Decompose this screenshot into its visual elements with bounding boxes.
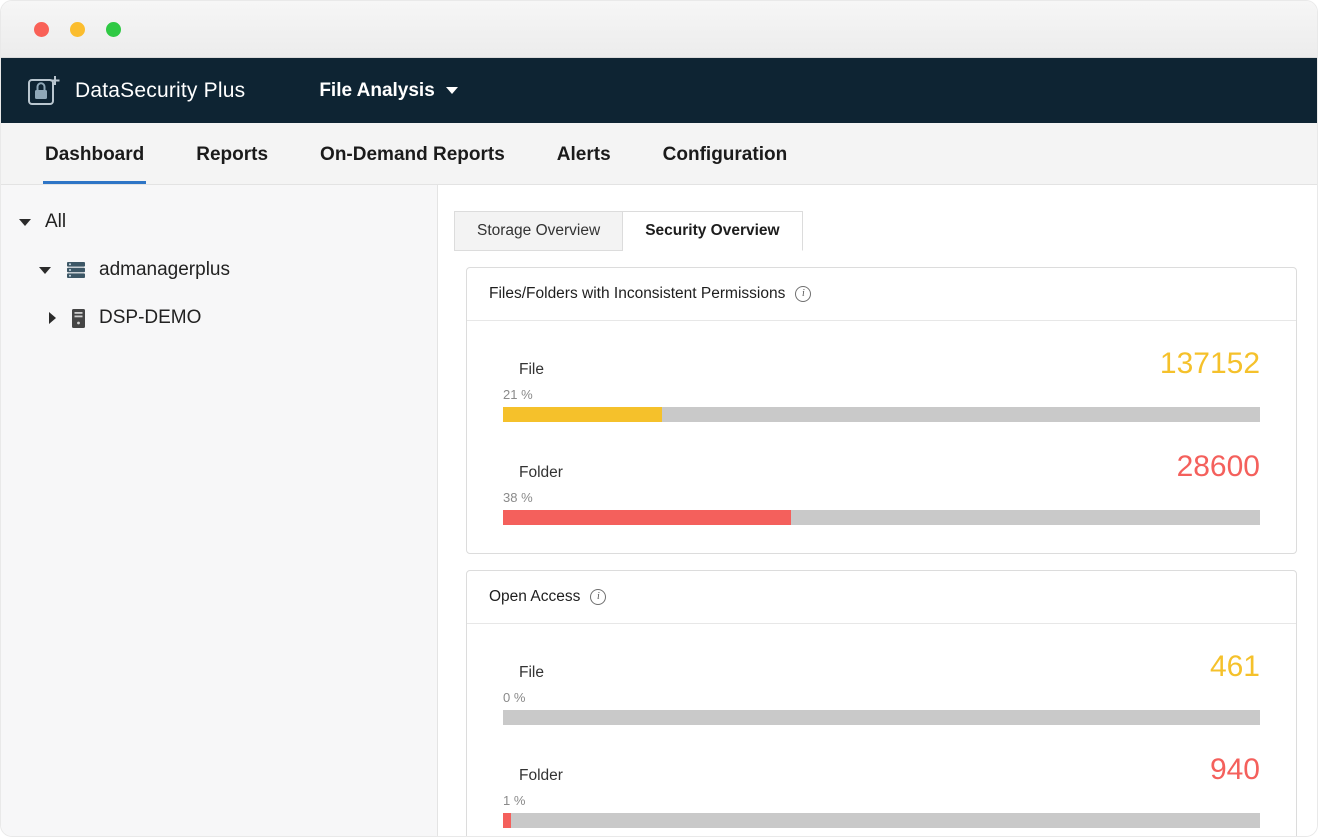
tab-label: Storage Overview <box>477 222 600 240</box>
close-window-button[interactable] <box>34 22 49 37</box>
card-title: Open Access <box>489 588 580 606</box>
progress-bar-fill <box>503 407 662 422</box>
domain-servers-icon <box>65 259 87 281</box>
card-header: Files/Folders with Inconsistent Permissi… <box>467 268 1296 321</box>
nav-item-dashboard[interactable]: Dashboard <box>19 123 170 184</box>
meter-folder: Folder 28600 38 % <box>503 452 1260 525</box>
meter-label: File <box>503 361 544 379</box>
main-nav: Dashboard Reports On-Demand Reports Aler… <box>1 123 1317 185</box>
meter-value: 461 <box>1210 652 1260 682</box>
dashboard-panel: Storage Overview Security Overview Files… <box>438 185 1317 837</box>
progress-bar-fill <box>503 510 791 525</box>
window-titlebar <box>1 1 1317 58</box>
nav-item-label: On-Demand Reports <box>318 125 507 184</box>
meter-percent: 38 % <box>503 490 1260 505</box>
nav-item-configuration[interactable]: Configuration <box>637 123 814 184</box>
server-icon <box>70 308 87 329</box>
nav-item-label: Configuration <box>661 125 790 184</box>
tree-item-dsp-demo[interactable]: DSP-DEMO <box>1 307 437 329</box>
nav-item-reports[interactable]: Reports <box>170 123 294 184</box>
card-header: Open Access i <box>467 571 1296 624</box>
tree-item-label: DSP-DEMO <box>99 307 201 329</box>
tab-security-overview[interactable]: Security Overview <box>623 211 802 251</box>
progress-bar-track <box>503 710 1260 725</box>
progress-bar-fill <box>503 813 511 828</box>
tree-item-label: All <box>45 211 66 233</box>
meter-percent: 21 % <box>503 387 1260 402</box>
nav-item-label: Dashboard <box>43 125 146 184</box>
minimize-window-button[interactable] <box>70 22 85 37</box>
meter-value: 940 <box>1210 755 1260 785</box>
meter-label: Folder <box>503 464 563 482</box>
info-icon[interactable]: i <box>590 589 606 605</box>
card-open-access: Open Access i File 461 0 % <box>466 570 1297 837</box>
meter-label: Folder <box>503 767 563 785</box>
module-selector-label: File Analysis <box>319 80 434 102</box>
app-window: DataSecurity Plus File Analysis Dashboar… <box>0 0 1318 837</box>
meter-value: 28600 <box>1177 452 1260 482</box>
nav-item-label: Alerts <box>555 125 613 184</box>
module-selector[interactable]: File Analysis <box>319 80 457 102</box>
tree-item-all[interactable]: All <box>1 211 437 233</box>
meter-label: File <box>503 664 544 682</box>
meter-file: File 137152 21 % <box>503 349 1260 422</box>
tab-storage-overview[interactable]: Storage Overview <box>454 211 623 251</box>
caret-expanded-icon[interactable] <box>19 219 31 226</box>
caret-collapsed-icon[interactable] <box>49 312 56 324</box>
meter-value: 137152 <box>1160 349 1260 379</box>
chevron-down-icon <box>446 87 458 94</box>
nav-item-alerts[interactable]: Alerts <box>531 123 637 184</box>
overview-tabs: Storage Overview Security Overview <box>454 211 1297 251</box>
meter-percent: 0 % <box>503 690 1260 705</box>
card-body: File 461 0 % Folder 940 <box>467 624 1296 837</box>
nav-item-label: Reports <box>194 125 270 184</box>
meter-folder: Folder 940 1 % <box>503 755 1260 828</box>
tab-label: Security Overview <box>645 222 779 240</box>
card-inconsistent-permissions: Files/Folders with Inconsistent Permissi… <box>466 267 1297 554</box>
datasecurity-logo-icon <box>25 73 61 109</box>
info-icon[interactable]: i <box>795 286 811 302</box>
progress-bar-track <box>503 407 1260 422</box>
cards-container: Files/Folders with Inconsistent Permissi… <box>466 267 1297 837</box>
caret-expanded-icon[interactable] <box>39 267 51 274</box>
sidebar-tree: All admanagerplus <box>1 185 438 837</box>
content-area: All admanagerplus <box>1 185 1317 837</box>
app-name: DataSecurity Plus <box>75 79 245 103</box>
progress-bar-track <box>503 813 1260 828</box>
card-title: Files/Folders with Inconsistent Permissi… <box>489 285 785 303</box>
meter-percent: 1 % <box>503 793 1260 808</box>
meter-file: File 461 0 % <box>503 652 1260 725</box>
card-body: File 137152 21 % Folder 28600 <box>467 321 1296 553</box>
app-header: DataSecurity Plus File Analysis <box>1 58 1317 123</box>
tree-item-label: admanagerplus <box>99 259 230 281</box>
progress-bar-track <box>503 510 1260 525</box>
maximize-window-button[interactable] <box>106 22 121 37</box>
tree-item-admanagerplus[interactable]: admanagerplus <box>1 259 437 281</box>
nav-item-on-demand-reports[interactable]: On-Demand Reports <box>294 123 531 184</box>
